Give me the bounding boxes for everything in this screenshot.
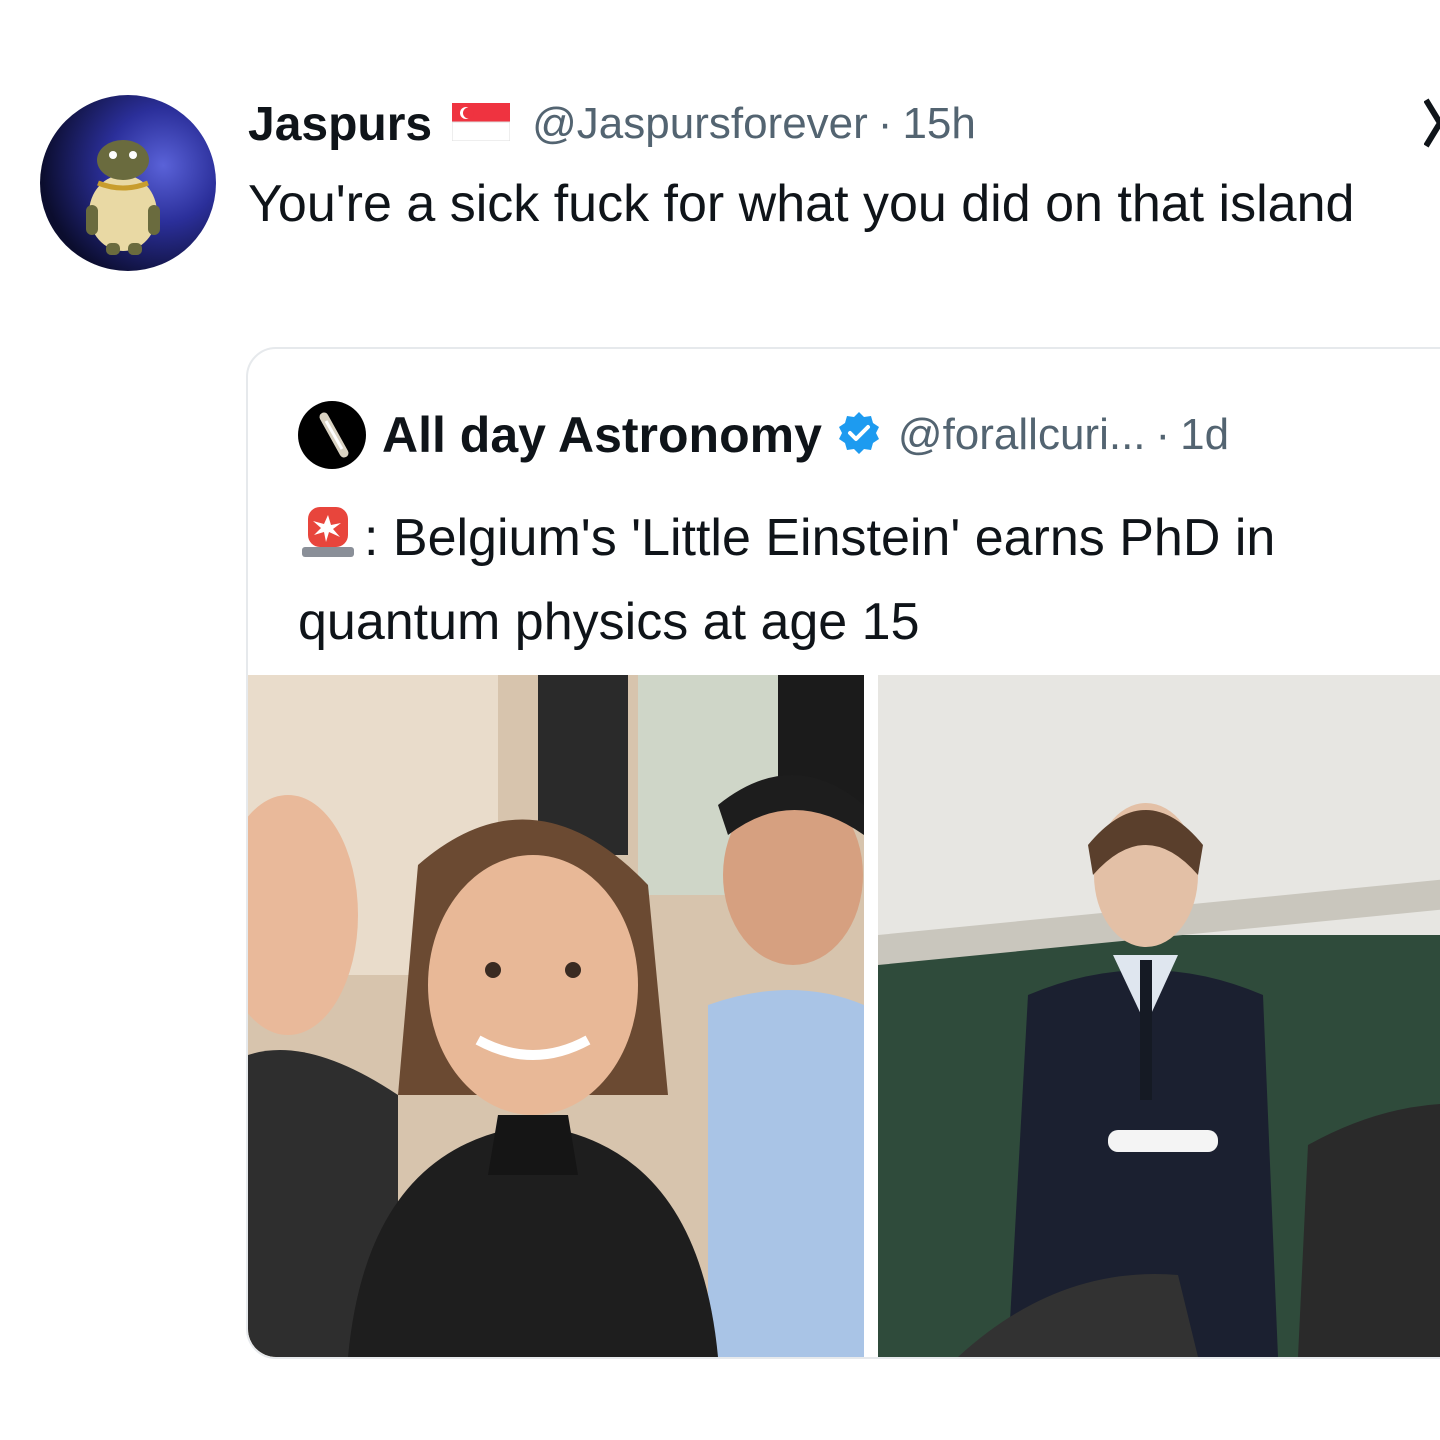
tweet-header: Jaspurs @Jaspursforever · 15h — [248, 92, 976, 156]
photo-family[interactable] — [248, 675, 864, 1357]
quoted-avatar[interactable] — [298, 401, 366, 469]
turtle-avatar-icon — [86, 140, 160, 255]
avatar[interactable] — [40, 95, 216, 271]
quoted-tweet[interactable]: All day Astronomy @forallcuri... · 1d : … — [246, 347, 1440, 1359]
quoted-tweet-text: : Belgium's 'Little Einstein' earns PhD … — [298, 499, 1440, 661]
separator-dot: · — [1155, 410, 1171, 459]
quoted-tweet-header: All day Astronomy @forallcuri... · 1d — [298, 401, 1229, 469]
graduation-photo-image — [878, 675, 1440, 1357]
more-options-icon[interactable] — [1424, 96, 1440, 150]
verified-badge-icon — [836, 410, 882, 461]
display-name[interactable]: Jaspurs — [248, 97, 432, 152]
telescope-avatar-icon — [319, 412, 349, 458]
police-light-emoji-icon — [298, 501, 358, 583]
photo-graduation[interactable] — [878, 675, 1440, 1357]
tweet-text: You're a sick fuck for what you did on t… — [248, 175, 1355, 233]
quoted-handle[interactable]: @forallcuri... — [898, 410, 1146, 460]
timestamp[interactable]: 15h — [902, 99, 975, 149]
media-grid — [248, 675, 1440, 1357]
quoted-timestamp[interactable]: 1d — [1180, 410, 1229, 460]
separator-dot: · — [877, 99, 893, 148]
singapore-flag-icon — [451, 102, 511, 146]
quoted-display-name[interactable]: All day Astronomy — [382, 406, 822, 464]
quoted-tweet-body: : Belgium's 'Little Einstein' earns PhD … — [298, 509, 1276, 651]
handle[interactable]: @Jaspursforever — [532, 99, 868, 149]
family-photo-image — [248, 675, 864, 1357]
